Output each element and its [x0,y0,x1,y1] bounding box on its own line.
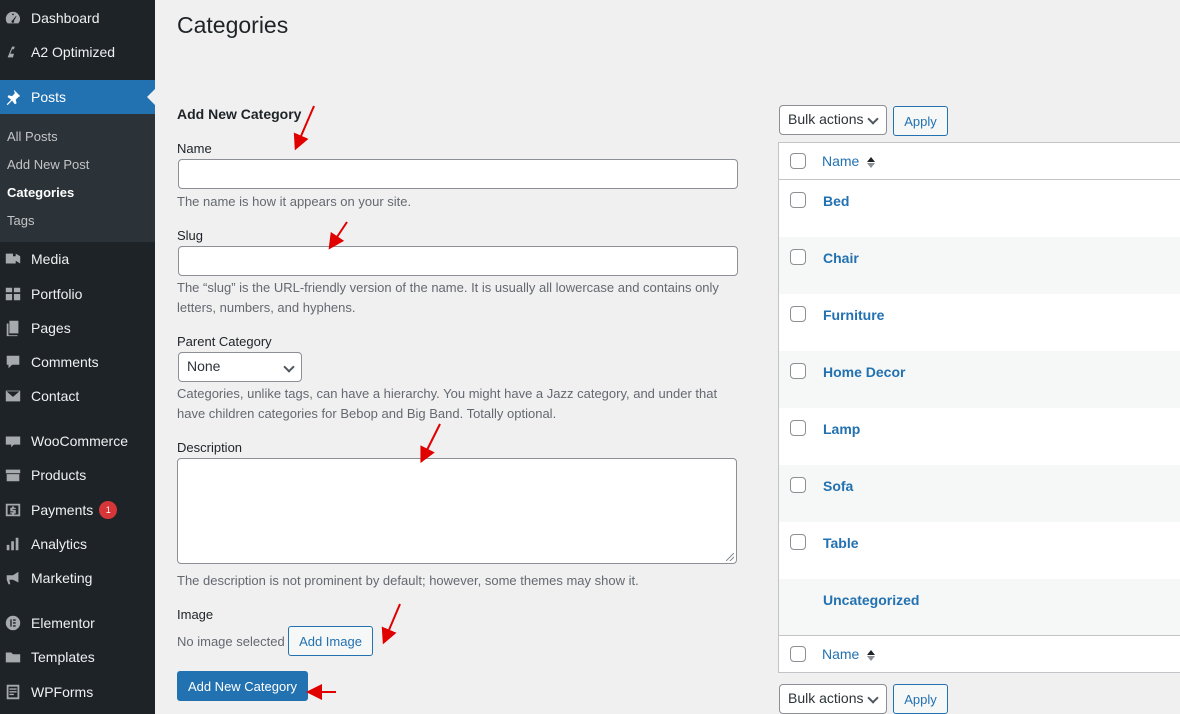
arrow-to-description [420,423,441,464]
annotation-arrows [293,105,441,700]
arrow-to-add-image [381,603,401,645]
arrow-to-slug [328,221,348,250]
arrow-to-name [293,105,315,151]
